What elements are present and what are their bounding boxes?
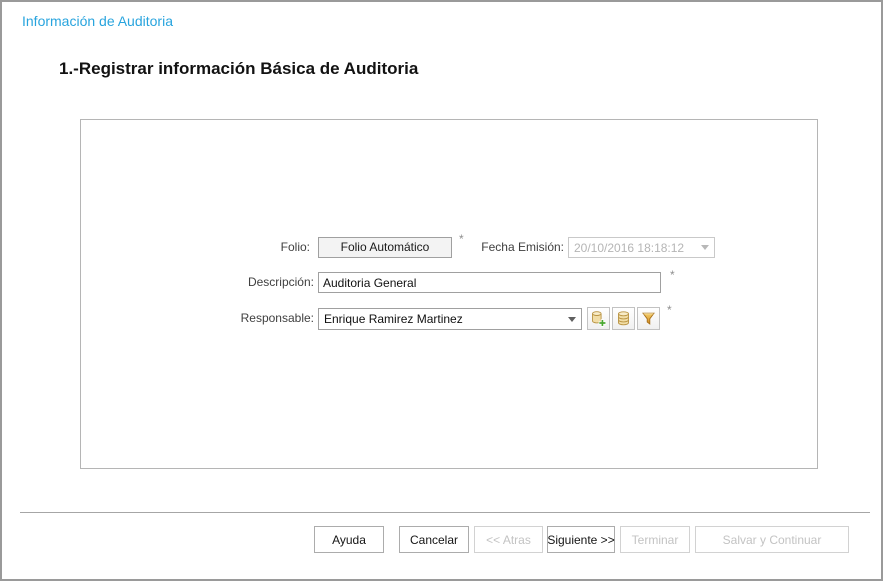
section-heading: 1.-Registrar información Básica de Audit… <box>59 59 418 79</box>
folio-required-mark: * <box>459 232 464 246</box>
add-record-button[interactable] <box>587 307 610 330</box>
folio-field[interactable]: Folio Automático <box>318 237 452 258</box>
responsable-required-mark: * <box>667 303 672 317</box>
fecha-emision-picker[interactable]: 20/10/2016 18:18:12 <box>568 237 715 258</box>
filter-button[interactable] <box>637 307 660 330</box>
responsable-combobox[interactable]: Enrique Ramirez Martinez <box>318 308 582 330</box>
page-title: Información de Auditoria <box>22 13 173 29</box>
descripcion-required-mark: * <box>670 268 675 282</box>
ayuda-button[interactable]: Ayuda <box>314 526 384 553</box>
descripcion-label: Descripción: <box>212 272 314 293</box>
cancelar-button[interactable]: Cancelar <box>399 526 469 553</box>
salvar-continuar-button[interactable]: Salvar y Continuar <box>695 526 849 553</box>
fecha-emision-value: 20/10/2016 18:18:12 <box>574 241 684 255</box>
responsable-value: Enrique Ramirez Martinez <box>324 312 463 326</box>
atras-button[interactable]: << Atras <box>474 526 543 553</box>
terminar-button[interactable]: Terminar <box>620 526 690 553</box>
descripcion-input[interactable] <box>318 272 661 293</box>
chevron-down-icon <box>568 317 576 322</box>
form-panel <box>80 119 818 469</box>
fecha-emision-label: Fecha Emisión: <box>464 237 564 258</box>
add-record-icon <box>590 310 607 327</box>
folio-label: Folio: <box>230 237 310 258</box>
footer-divider <box>20 512 870 513</box>
filter-icon <box>640 310 657 327</box>
siguiente-button[interactable]: Siguiente >> <box>547 526 615 553</box>
database-lookup-button[interactable] <box>612 307 635 330</box>
dropdown-arrow-icon <box>701 245 709 250</box>
audit-info-window: Información de Auditoria 1.-Registrar in… <box>0 0 883 581</box>
database-icon <box>615 310 632 327</box>
responsable-label: Responsable: <box>212 308 314 329</box>
